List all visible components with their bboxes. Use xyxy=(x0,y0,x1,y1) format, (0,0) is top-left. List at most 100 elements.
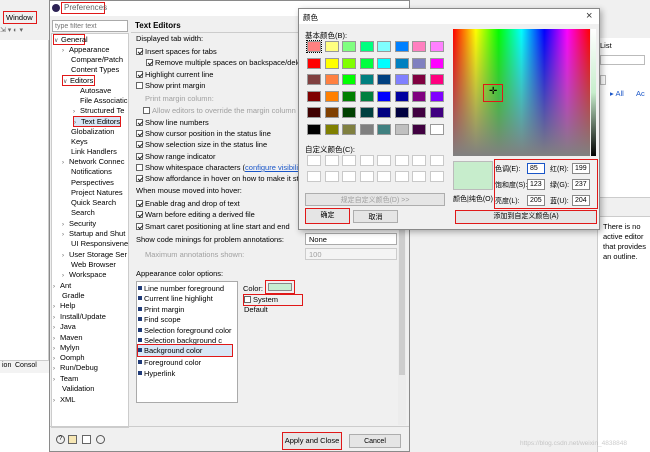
tree-item-gradle[interactable]: Gradle xyxy=(62,291,85,301)
whitespace-option[interactable]: Show whitespace characters (configure vi… xyxy=(136,162,304,173)
custom-color-slot[interactable] xyxy=(307,171,321,182)
tree-item-content-types[interactable]: Content Types xyxy=(71,65,119,75)
basic-color-swatch[interactable] xyxy=(307,123,321,135)
help-icon[interactable]: ? xyxy=(56,435,65,444)
tree-item-editors[interactable]: ∨ Editors xyxy=(62,75,95,86)
color-spectrum[interactable] xyxy=(453,29,590,156)
record-icon[interactable] xyxy=(96,435,105,444)
basic-color-swatch[interactable] xyxy=(377,107,391,118)
tree-item-globalization[interactable]: Globalization xyxy=(71,127,114,137)
custom-color-slot[interactable] xyxy=(324,171,339,182)
basic-color-swatch[interactable] xyxy=(412,123,426,135)
basic-color-swatch[interactable] xyxy=(412,41,426,52)
custom-color-slot[interactable] xyxy=(359,155,374,166)
tree-item-general[interactable]: ∨ General xyxy=(53,34,88,45)
picker-cancel-button[interactable]: 取消 xyxy=(353,210,398,223)
picker-close-icon[interactable]: × xyxy=(586,10,592,22)
basic-color-swatch[interactable] xyxy=(394,107,409,118)
basic-color-swatch[interactable] xyxy=(412,74,426,85)
custom-color-slot[interactable] xyxy=(394,155,409,166)
custom-color-slot[interactable] xyxy=(342,171,356,182)
basic-color-swatch[interactable] xyxy=(342,90,356,102)
smart-caret-option[interactable]: Smart caret positioning at line start an… xyxy=(136,221,290,232)
basic-color-swatch[interactable] xyxy=(394,123,409,135)
window-menu-item[interactable]: Window xyxy=(3,11,37,24)
basic-color-swatch[interactable] xyxy=(324,41,339,52)
color-item-hyperlink[interactable]: Hyperlink xyxy=(138,368,175,379)
basic-color-swatch[interactable] xyxy=(342,57,356,69)
custom-color-slot[interactable] xyxy=(307,155,321,166)
define-custom-button[interactable]: 规定自定义颜色(D) >> xyxy=(305,193,445,206)
tree-item-text-editors[interactable]: › Text Editors xyxy=(73,116,121,127)
blue-input[interactable]: 204 xyxy=(572,195,590,206)
basic-color-swatch[interactable] xyxy=(342,123,356,135)
tree-item-structured[interactable]: › Structured Te xyxy=(73,106,124,116)
ac-link[interactable]: Ac xyxy=(636,89,645,98)
basic-color-swatch[interactable] xyxy=(359,90,374,102)
print-margin-option[interactable]: Show print margin xyxy=(136,80,205,91)
color-item-current-line[interactable]: Current line highlight xyxy=(138,293,213,304)
tree-item-perspectives[interactable]: Perspectives xyxy=(71,178,114,188)
add-custom-button[interactable]: 添加到自定义颜色(A) xyxy=(455,210,597,224)
tree-item-project-natures[interactable]: Project Natures xyxy=(71,188,123,198)
tree-item-network[interactable]: › Network Connec xyxy=(62,157,124,167)
custom-color-slot[interactable] xyxy=(377,155,391,166)
basic-color-swatch[interactable] xyxy=(307,90,321,102)
basic-color-swatch[interactable] xyxy=(359,41,374,52)
color-item-foreground[interactable]: Foreground color xyxy=(138,357,201,368)
highlight-line-option[interactable]: Highlight current line xyxy=(136,69,213,80)
basic-color-swatch[interactable] xyxy=(324,90,339,102)
custom-color-slot[interactable] xyxy=(394,171,409,182)
affordance-option[interactable]: Show affordance in hover on how to make … xyxy=(136,173,312,184)
insert-spaces-option[interactable]: Insert spaces for tabs xyxy=(136,46,217,57)
tree-item-validation[interactable]: Validation xyxy=(62,384,94,394)
tree-item-notifications[interactable]: Notifications xyxy=(71,167,112,177)
tree-item-xml[interactable]: › XML xyxy=(53,395,75,405)
line-numbers-option[interactable]: Show line numbers xyxy=(136,117,209,128)
basic-color-swatch[interactable] xyxy=(394,41,409,52)
basic-color-swatch[interactable] xyxy=(307,74,321,85)
color-item-find-scope[interactable]: Find scope xyxy=(138,314,181,325)
basic-color-swatch[interactable] xyxy=(342,74,356,85)
basic-color-swatch[interactable] xyxy=(307,107,321,118)
basic-color-swatch[interactable] xyxy=(359,107,374,118)
range-indicator-option[interactable]: Show range indicator xyxy=(136,151,215,162)
luminance-slider[interactable] xyxy=(591,29,596,156)
basic-color-swatch[interactable] xyxy=(429,90,444,102)
hue-input[interactable]: 85 xyxy=(527,163,545,174)
basic-color-swatch[interactable] xyxy=(342,107,356,118)
basic-color-swatch[interactable] xyxy=(377,57,391,69)
basic-color-swatch[interactable] xyxy=(324,74,339,85)
tree-item-java[interactable]: › Java xyxy=(53,322,76,332)
tree-item-ui-responsiveness[interactable]: UI Responsivene xyxy=(71,239,128,249)
custom-color-slot[interactable] xyxy=(429,171,444,182)
sat-input[interactable]: 123 xyxy=(527,179,545,190)
color-item-background[interactable]: Background color xyxy=(137,344,233,357)
custom-color-slot[interactable] xyxy=(324,155,339,166)
tree-item-help[interactable]: › Help xyxy=(53,301,75,311)
cursor-position-option[interactable]: Show cursor position in the status line xyxy=(136,128,271,139)
basic-color-swatch[interactable] xyxy=(342,41,356,52)
tree-item-security[interactable]: › Security xyxy=(62,219,96,229)
custom-color-slot[interactable] xyxy=(342,155,356,166)
derived-file-option[interactable]: Warn before editing a derived file xyxy=(136,209,255,220)
basic-color-swatch[interactable] xyxy=(412,90,426,102)
basic-color-swatch[interactable] xyxy=(377,74,391,85)
basic-color-swatch[interactable] xyxy=(429,57,444,69)
tree-item-file-assoc[interactable]: File Associatic xyxy=(80,96,128,106)
drag-drop-option[interactable]: Enable drag and drop of text xyxy=(136,198,240,209)
tree-item-user-storage[interactable]: › User Storage Ser xyxy=(62,250,127,260)
selection-size-option[interactable]: Show selection size in the status line xyxy=(136,139,267,150)
color-swatch-button[interactable] xyxy=(265,280,295,294)
tree-item-workspace[interactable]: › Workspace xyxy=(62,270,106,280)
basic-color-swatch[interactable] xyxy=(412,57,426,69)
custom-color-slot[interactable] xyxy=(429,155,444,166)
export-icon[interactable] xyxy=(82,435,91,444)
tree-item-maven[interactable]: › Maven xyxy=(53,333,83,343)
tree-item-run-debug[interactable]: › Run/Debug xyxy=(53,363,98,373)
green-input[interactable]: 237 xyxy=(572,179,590,190)
tree-item-ant[interactable]: › Ant xyxy=(53,281,71,291)
red-input[interactable]: 199 xyxy=(572,163,590,174)
tree-item-web-browser[interactable]: Web Browser xyxy=(71,260,116,270)
code-minings-select[interactable]: None xyxy=(305,233,397,245)
